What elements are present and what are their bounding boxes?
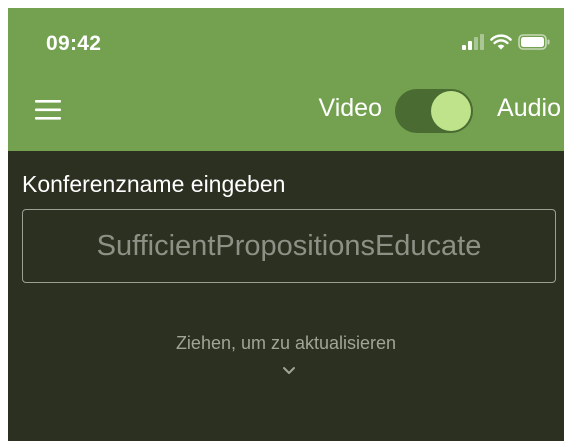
chevron-down-icon [283, 367, 295, 374]
battery-icon [518, 34, 550, 50]
status-icons [462, 30, 550, 54]
app-header: 09:42 Video Audio [8, 8, 564, 151]
wifi-icon [490, 34, 512, 50]
audio-mode-label: Audio [497, 94, 561, 122]
hamburger-menu-icon[interactable] [35, 99, 61, 121]
app-screen: 09:42 Video Audio Konferenzname eingeben… [8, 8, 564, 441]
video-mode-label: Video [318, 94, 383, 122]
conference-name-label: Konferenzname eingeben [22, 171, 286, 197]
video-audio-toggle[interactable] [395, 89, 473, 133]
pull-to-refresh-hint: Ziehen, um zu aktualisieren [175, 333, 397, 353]
toggle-knob [431, 91, 471, 131]
status-time: 09:42 [46, 32, 102, 55]
conference-name-input[interactable] [22, 209, 556, 283]
signal-icon [462, 34, 484, 50]
